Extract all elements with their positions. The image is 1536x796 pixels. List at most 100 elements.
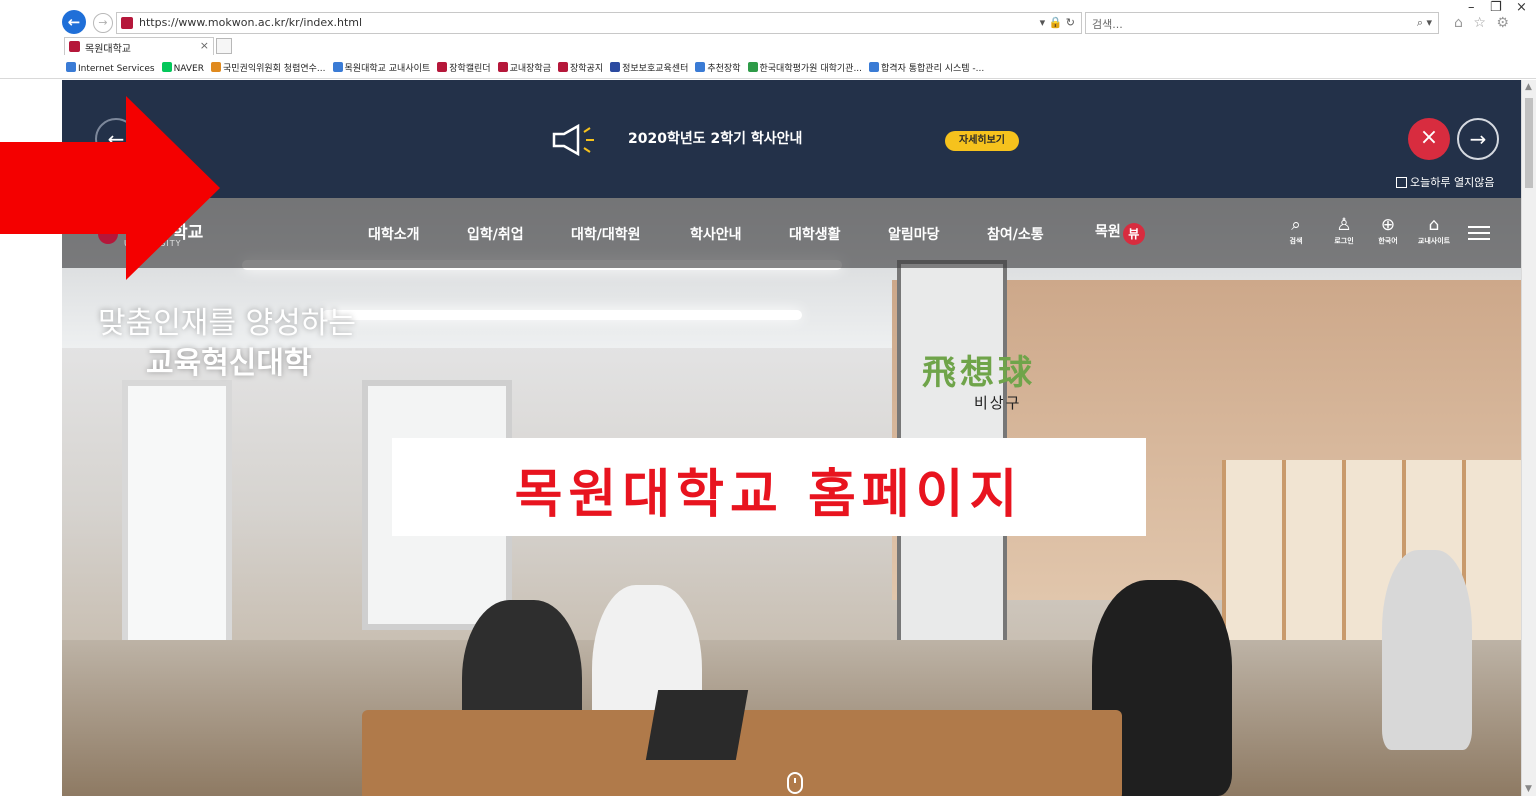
favorite-icon [747, 62, 758, 72]
util-language-label: 한국어 [1378, 237, 1398, 245]
favorite-icon [497, 62, 508, 72]
browser-search-box[interactable]: 검색... ⌕ ▾ [1085, 12, 1439, 34]
util-login-button[interactable]: ♙ 로그인 [1324, 214, 1364, 246]
tab-favicon-icon [69, 41, 80, 52]
scrollbar-thumb[interactable] [1525, 98, 1533, 188]
dont-show-today-checkbox[interactable]: 오늘하루 열지않음 [1396, 174, 1494, 190]
browser-search-placeholder[interactable]: 검색... [1092, 16, 1123, 32]
favorites-bar: Internet Services NAVER 국민권익위원회 청렴연수... 목원대… [0, 57, 1536, 79]
scroll-down-arrow-icon[interactable]: ▼ [1525, 784, 1532, 794]
globe-icon: ⊕ [1380, 215, 1396, 235]
favorite-label: 장학캘린더 [449, 64, 491, 74]
util-search-label: 검색 [1289, 237, 1303, 245]
util-search-button[interactable]: ⌕ 검색 [1276, 214, 1316, 246]
window-close-button[interactable]: × [1516, 0, 1527, 15]
favorite-item[interactable]: 추천장학 [695, 61, 741, 74]
favorite-item[interactable]: 장학공지 [558, 61, 603, 74]
caption-box: 목원대학교 홈페이지 [392, 438, 1146, 536]
address-bar[interactable]: https://www.mokwon.ac.kr/kr/index.html ▾… [116, 12, 1082, 34]
favorite-label: 한국대학평가원 대학기관... [759, 64, 863, 74]
site-favicon-icon [121, 17, 133, 29]
page-viewport: 飛想球 비상구 ← 2020학년도 2학기 학사안내 자세히보기 × → 오늘하… [62, 80, 1521, 796]
menu-hamburger-icon[interactable] [1468, 226, 1490, 240]
nav-item-community[interactable]: 참여/소통 [987, 224, 1044, 244]
scroll-down-mouse-icon[interactable] [787, 772, 803, 794]
favorite-icon [558, 62, 568, 72]
hero-headline-2: 교육혁신대학 [146, 346, 312, 381]
favorite-label: Internet Services [78, 63, 155, 74]
browser-chrome: ← → https://www.mokwon.ac.kr/kr/index.ht… [0, 0, 1536, 80]
forward-button[interactable]: → [93, 13, 113, 33]
refresh-icon[interactable]: ▾ 🔒 ↻ [1040, 16, 1075, 29]
favorite-item[interactable]: 한국대학평가원 대학기관... [747, 61, 863, 74]
util-language-button[interactable]: ⊕ 한국어 [1368, 214, 1408, 246]
view-badge: 뷰 [1122, 223, 1145, 245]
student-figure [1382, 550, 1472, 750]
favorite-item[interactable]: NAVER [161, 61, 204, 74]
favorite-item[interactable]: Internet Services [66, 61, 155, 74]
nav-item-mokwon-label: 목원 [1095, 224, 1121, 240]
user-icon: ♙ [1336, 215, 1352, 235]
favorite-label: 국민권익위원회 청렴연수... [222, 64, 326, 74]
favorite-icon [161, 61, 172, 72]
minimize-button[interactable]: – [1468, 0, 1475, 15]
dont-show-today-label: 오늘하루 열지않음 [1410, 176, 1495, 189]
nav-item-notice[interactable]: 알림마당 [888, 224, 940, 244]
nav-item-admission[interactable]: 입학/취업 [467, 224, 524, 244]
nav-item-mokwon-view[interactable]: 목원 뷰 [1095, 221, 1145, 245]
maximize-button[interactable]: ❐ [1490, 0, 1502, 15]
home-favorites-settings-icon[interactable]: ⌂ ☆ ⚙ [1454, 15, 1512, 31]
notice-next-button[interactable]: → [1457, 118, 1499, 160]
favorite-label: 추천장학 [707, 64, 741, 74]
notice-detail-button[interactable]: 자세히보기 [945, 131, 1019, 151]
nav-item-campus-life[interactable]: 대학생활 [789, 224, 841, 244]
util-intranet-button[interactable]: ⌂ 교내사이트 [1414, 214, 1454, 246]
favorite-label: 합격자 통합관리 시스템 -... [881, 64, 985, 74]
browser-tab[interactable]: 목원대학교 × [64, 37, 214, 55]
caption-text: 목원대학교 홈페이지 [514, 465, 1024, 525]
ceiling-light [322, 310, 802, 320]
red-arrow-annotation-icon [0, 96, 220, 280]
notice-banner: ← 2020학년도 2학기 학사안내 자세히보기 × → 오늘하루 열지않음 [62, 80, 1521, 198]
scroll-up-arrow-icon[interactable]: ▲ [1525, 82, 1532, 92]
favorite-item[interactable]: 합격자 통합관리 시스템 -... [869, 61, 984, 74]
back-button[interactable]: ← [62, 10, 86, 34]
new-tab-button[interactable] [216, 38, 232, 54]
notice-text: 2020학년도 2학기 학사안내 [628, 131, 803, 147]
url-text[interactable]: https://www.mokwon.ac.kr/kr/index.html [139, 16, 362, 29]
page-scrollbar[interactable]: ▲ ▼ [1521, 80, 1536, 796]
favorite-icon [695, 62, 706, 72]
favorite-item[interactable]: 국민권익위원회 청렴연수... [210, 61, 326, 74]
wall-sign: 飛想球 [922, 353, 1036, 393]
util-intranet-label: 교내사이트 [1417, 237, 1451, 245]
util-login-label: 로그인 [1334, 237, 1354, 245]
favorite-item[interactable]: 장학캘린더 [437, 61, 491, 74]
tab-row: 목원대학교 × [0, 36, 1536, 56]
favorite-icon [332, 62, 343, 72]
favorite-item[interactable]: 목원대학교 교내사이트 [332, 61, 431, 74]
favorite-icon [610, 62, 621, 72]
nav-item-colleges[interactable]: 대학/대학원 [571, 224, 641, 244]
tab-close-icon[interactable]: × [200, 39, 209, 52]
favorite-icon [66, 61, 76, 72]
favorite-label: NAVER [173, 63, 204, 74]
favorite-label: 장학공지 [570, 64, 604, 74]
search-icon: ⌕ [1291, 215, 1301, 235]
megaphone-icon [552, 123, 594, 157]
laptop-icon [645, 690, 749, 760]
tab-title[interactable]: 목원대학교 [85, 40, 131, 55]
building-icon: ⌂ [1428, 215, 1440, 235]
hero-background-window [122, 380, 232, 650]
favorite-item[interactable]: 정보보호교육센터 [610, 61, 688, 74]
favorites-list: Internet Services NAVER 국민권익위원회 청렴연수... 목원대… [66, 61, 991, 74]
browser-search-icon[interactable]: ⌕ ▾ [1417, 16, 1432, 30]
favorite-label: 목원대학교 교내사이트 [344, 64, 431, 74]
address-row: ← → https://www.mokwon.ac.kr/kr/index.ht… [0, 0, 1536, 36]
nav-item-academics[interactable]: 학사안내 [690, 224, 742, 244]
favorite-label: 정보보호교육센터 [622, 64, 689, 74]
site-header: 학교 UNIVERSITY 대학소개 입학/취업 대학/대학원 학사안내 대학생… [62, 198, 1521, 268]
checkbox-icon[interactable] [1396, 177, 1407, 188]
notice-close-button[interactable]: × [1408, 118, 1450, 160]
nav-item-about[interactable]: 대학소개 [368, 224, 420, 244]
favorite-item[interactable]: 교내장학금 [497, 61, 551, 74]
